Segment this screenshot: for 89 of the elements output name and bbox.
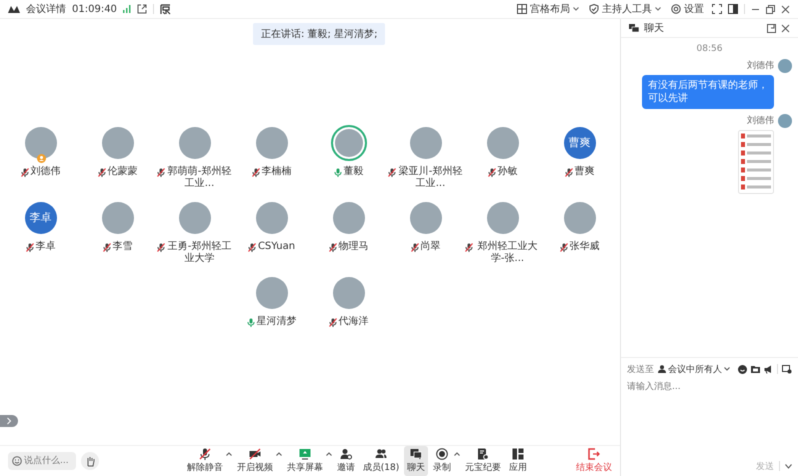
toolbar-menu-button[interactable]: 主持人工具 [587,2,663,16]
raise-hand-button[interactable] [81,452,99,470]
record-icon [436,448,448,460]
app-icon[interactable] [160,4,171,14]
signal-icon [122,5,131,13]
chat-title: 聊天 [644,22,664,35]
caret-icon[interactable] [326,452,332,456]
folder-icon[interactable] [751,364,760,374]
participant-name: 伦蒙蒙 [108,166,138,178]
apps-icon [512,448,524,460]
add-person-icon [340,448,352,460]
text-avatar: 曹爽 [564,126,596,158]
send-to-label: 发送至 [627,364,654,376]
caret-icon[interactable] [226,452,232,456]
microphone-muted-icon [198,448,211,460]
toolbar-button[interactable]: 共享屏幕 [284,446,326,476]
participant-name: 张华威 [570,240,600,252]
caret-icon [573,7,579,11]
sender-avatar-placeholder [778,114,792,128]
participant-name: 李楠楠 [262,166,292,178]
caret-icon[interactable] [276,452,282,456]
emoji-icon[interactable] [738,364,747,374]
settings-icon [671,4,681,14]
toolbar-menu-button[interactable]: 设置 [669,2,706,16]
chevron-right-icon [6,417,12,425]
meeting-duration: 01:09:40 [72,4,117,14]
text-avatar: 李卓 [24,202,56,234]
grid-icon [517,4,527,14]
expand-panel-button[interactable] [0,415,18,427]
toolbar-button[interactable]: 成员(18) [360,446,402,476]
toolbar-menu-button[interactable]: 宫格布局 [515,2,581,16]
chat-icon [629,24,639,32]
toolbar-button[interactable]: 聊天 [404,446,428,476]
exit-icon [588,448,600,460]
logo-icon [8,5,20,13]
participant-name: CSYuan [258,240,296,252]
participant-name: 李卓 [36,240,56,252]
participant-name: 尚翠 [420,240,440,252]
participant-name: 李雪 [112,240,132,252]
participant-name: 星河清梦 [256,316,296,328]
participant-name: 王勇-郑州轻工业大学 [166,240,232,264]
toolbar-button[interactable]: 应用 [506,446,530,476]
restore-icon[interactable] [766,4,775,14]
sidebar-toggle-icon[interactable] [728,4,738,14]
participant-name: 孙敏 [498,166,518,178]
message-bubble: 有没有后两节有课的老师，可以先讲 [642,75,774,109]
toolbar-button[interactable]: 录制 [430,446,454,476]
message-timestamp: 08:56 [696,44,724,54]
close-icon[interactable] [781,4,790,14]
caret-icon[interactable] [454,452,460,456]
pop-out-icon[interactable] [767,24,776,32]
end-meeting-button[interactable]: 结束会议 [576,448,612,474]
emoji-icon [12,456,22,466]
participant-name: 刘德伟 [30,166,60,178]
chat-settings-icon[interactable] [782,364,792,374]
speaking-banner: 正在讲话: 董毅; 星河清梦; [253,23,386,45]
toolbar-button[interactable]: 邀请 [334,446,358,476]
caret-icon[interactable] [785,464,792,468]
fullscreen-icon[interactable] [712,4,722,14]
screen-share-icon [298,448,311,460]
shield-check-icon [589,4,599,14]
comment-field[interactable]: 说点什么... [8,452,76,470]
participant-name: 代海洋 [338,316,368,328]
chat-icon [410,448,422,460]
sender-name: 刘德伟 [747,114,774,127]
participant-name: 梁亚川-郑州轻工业... [398,166,464,190]
hand-icon [84,456,96,466]
toolbar-button[interactable]: 开启视频 [234,446,276,476]
toolbar-button[interactable]: 元宝纪要 [462,446,504,476]
sender-name: 刘德伟 [747,60,774,72]
camera-off-icon [248,448,261,460]
sender-avatar-placeholder [778,59,792,73]
participant-name: 郑州轻工业大学-张... [476,240,538,264]
participant-name: 郭萌萌-郑州轻工业... [166,166,232,190]
notes-icon [477,448,490,460]
toolbar-button[interactable]: 解除静音 [184,446,226,476]
caret-icon [655,7,661,11]
file-list-drawing [738,130,774,194]
share-icon[interactable] [136,4,147,14]
people-icon [374,448,387,460]
participant-name: 董毅 [344,166,364,178]
participant-name: 曹爽 [574,166,594,178]
recipient-dropdown[interactable]: 会议中所有人 [658,362,730,376]
person-icon [658,365,666,373]
meeting-info-link[interactable]: 会议详情 [26,2,66,16]
megaphone-icon[interactable] [764,364,773,374]
participant-name: 物理马 [338,240,368,252]
caret-icon [724,367,730,371]
close-icon[interactable] [781,24,790,32]
